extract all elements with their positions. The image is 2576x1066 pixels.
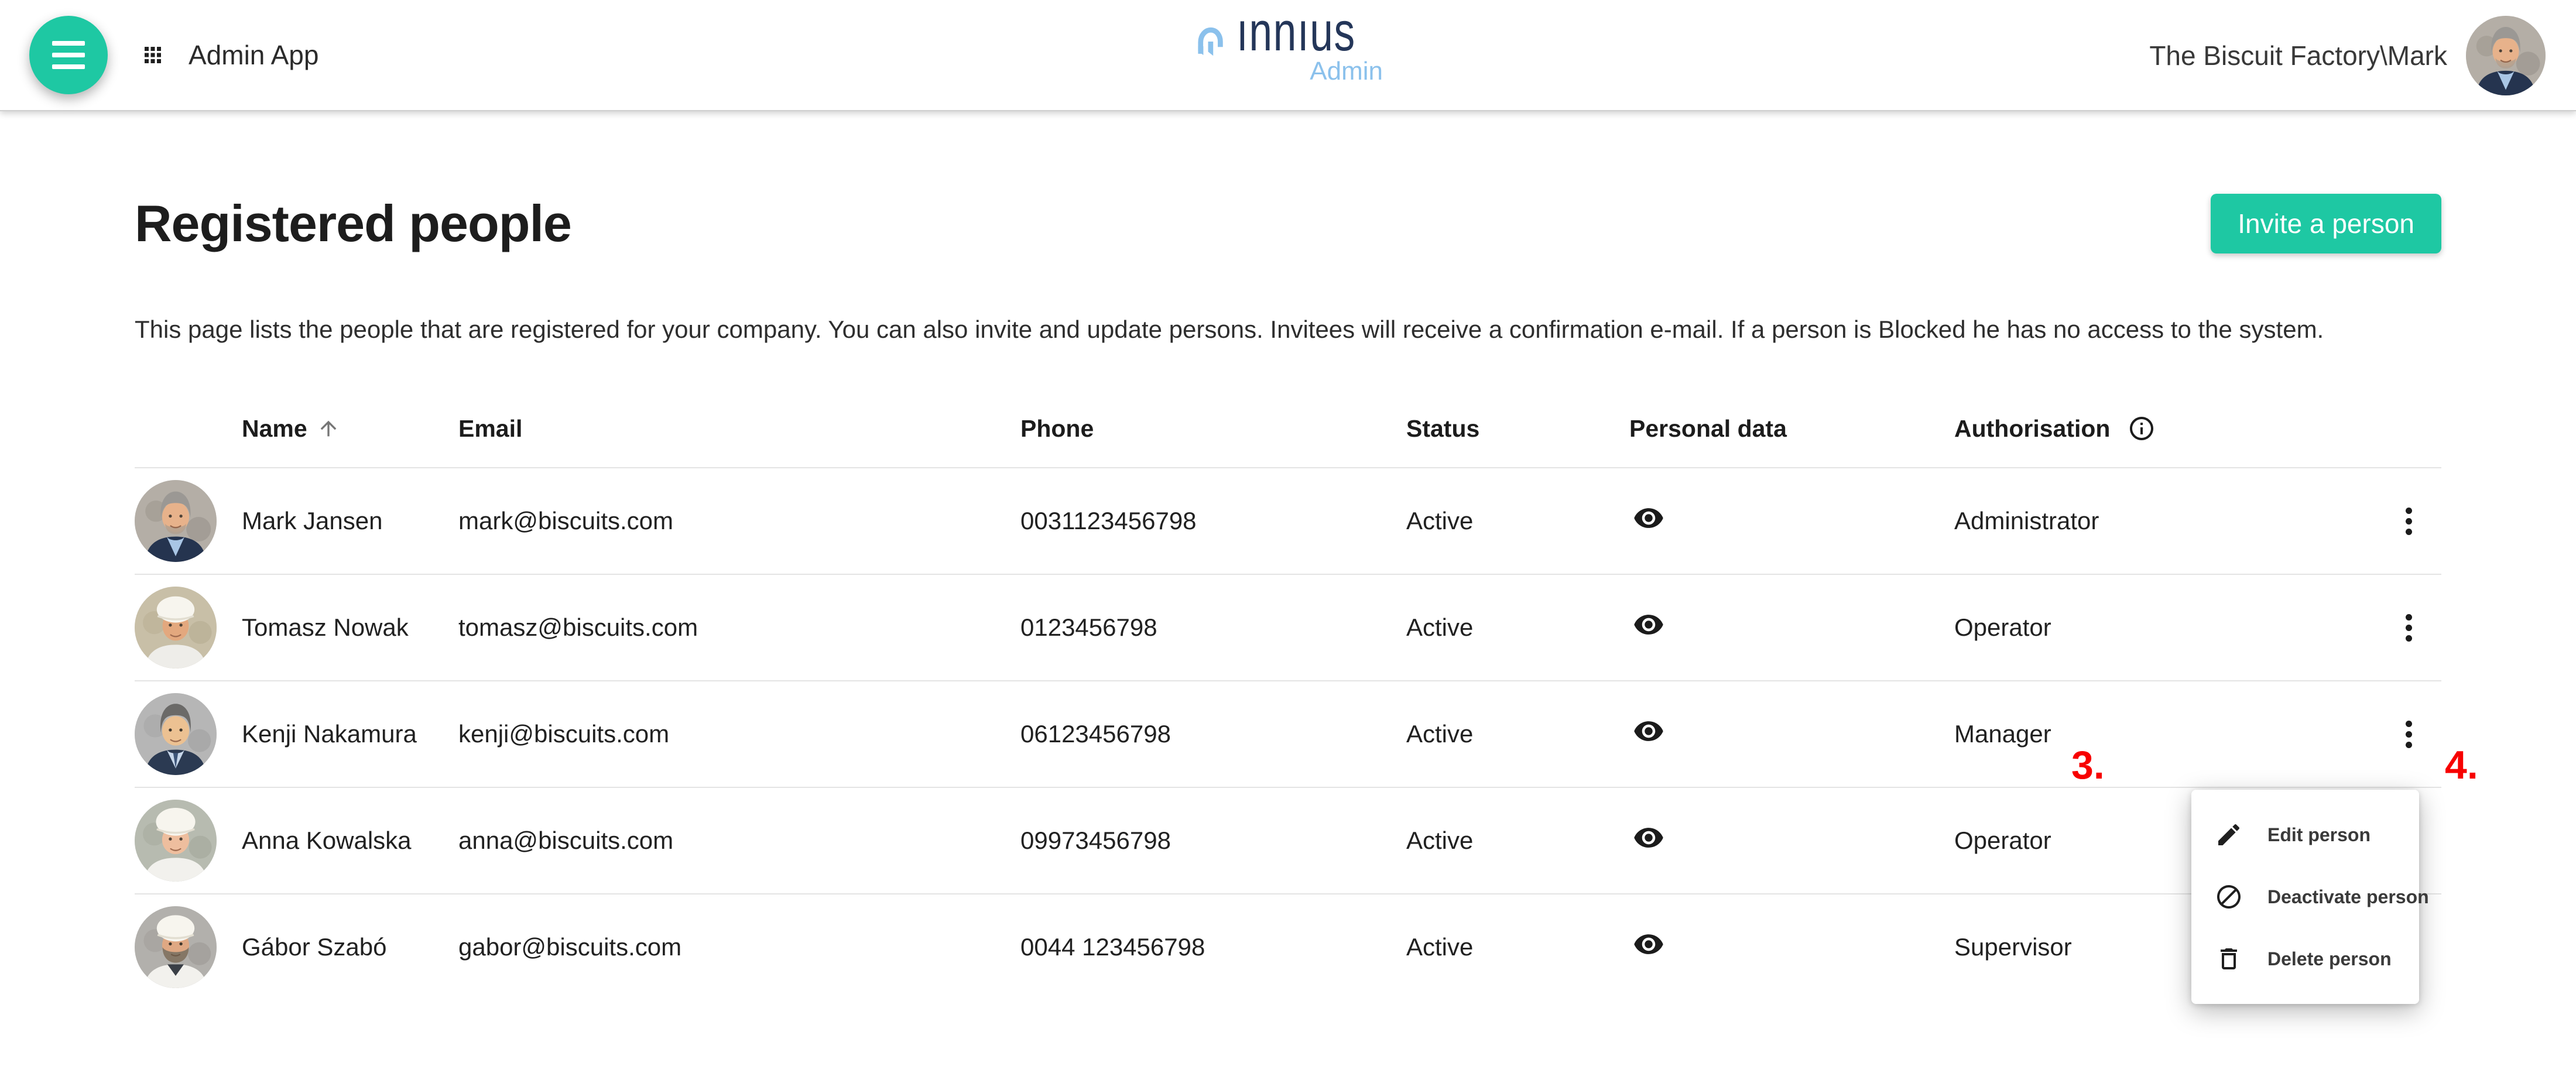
app-header: Admin App ınnıus Admin The Biscuit Facto…: [0, 0, 2576, 111]
person-avatar: [135, 693, 217, 775]
personal-data-eye-button[interactable]: [1633, 502, 1664, 534]
person-authorisation: Administrator: [1954, 507, 2376, 535]
page-title: Registered people: [135, 193, 571, 254]
apps-grid-icon: [141, 43, 165, 67]
person-email: mark@biscuits.com: [458, 507, 1020, 535]
column-header-authorisation: Authorisation: [1954, 414, 2376, 443]
people-table: Name Email Phone Status Personal data Au…: [135, 390, 2441, 1000]
person-name: Tomasz Nowak: [242, 613, 458, 642]
page-description: This page lists the people that are regi…: [135, 313, 2441, 347]
person-avatar: [135, 587, 217, 669]
annotation-4: 4.: [2445, 742, 2478, 788]
eye-icon: [1633, 609, 1664, 640]
table-row: Mark Jansen mark@biscuits.com 0031123456…: [135, 467, 2441, 574]
table-body: Mark Jansen mark@biscuits.com 0031123456…: [135, 467, 2441, 1000]
annotation-3: 3.: [2071, 742, 2105, 788]
person-status: Active: [1406, 613, 1629, 642]
innius-logo: ınnıus Admin: [1193, 15, 1383, 86]
kebab-icon: [2406, 614, 2412, 621]
info-icon[interactable]: [2128, 414, 2156, 443]
person-avatar: [135, 480, 217, 562]
account-area: The Biscuit Factory\Mark: [2149, 0, 2546, 111]
person-email: gabor@biscuits.com: [458, 933, 1020, 961]
eye-icon: [1633, 928, 1664, 960]
person-phone: 09973456798: [1020, 827, 1406, 855]
eye-icon: [1633, 502, 1664, 534]
column-header-personal-data: Personal data: [1629, 415, 1954, 443]
person-status: Active: [1406, 827, 1629, 855]
person-name: Kenji Nakamura: [242, 720, 458, 748]
row-menu-button[interactable]: [2396, 711, 2421, 758]
personal-data-eye-button[interactable]: [1633, 609, 1664, 640]
invite-person-button[interactable]: Invite a person: [2211, 194, 2441, 253]
person-status: Active: [1406, 507, 1629, 535]
menu-item-delete-person[interactable]: Delete person: [2191, 928, 2419, 990]
kebab-icon: [2406, 508, 2412, 514]
account-name: The Biscuit Factory\Mark: [2149, 40, 2447, 71]
row-menu-button[interactable]: [2396, 604, 2421, 652]
menu-item-edit-person[interactable]: Edit person: [2191, 804, 2419, 866]
registered-people-page: Admin App ınnıus Admin The Biscuit Facto…: [0, 0, 2576, 1066]
eye-icon: [1633, 822, 1664, 854]
person-email: kenji@biscuits.com: [458, 720, 1020, 748]
person-name: Mark Jansen: [242, 507, 458, 535]
menu-fab-button[interactable]: [29, 16, 108, 94]
person-phone: 0031123456798: [1020, 507, 1406, 535]
person-status: Active: [1406, 720, 1629, 748]
column-header-email: Email: [458, 415, 1020, 443]
row-menu-button[interactable]: [2396, 498, 2421, 545]
hamburger-icon: [52, 41, 85, 46]
table-row: Gábor Szabó gabor@biscuits.com 0044 1234…: [135, 893, 2441, 1000]
person-avatar: [135, 906, 217, 988]
person-status: Active: [1406, 933, 1629, 961]
logo-wordmark: ınnıus: [1236, 15, 1348, 49]
delete-icon: [2215, 945, 2243, 973]
innius-logo-icon: [1193, 23, 1227, 65]
menu-item-deactivate-person[interactable]: Deactivate person: [2191, 866, 2419, 928]
app-title: Admin App: [189, 39, 318, 71]
person-email: tomasz@biscuits.com: [458, 613, 1020, 642]
table-header-row: Name Email Phone Status Personal data Au…: [135, 390, 2441, 467]
person-phone: 06123456798: [1020, 720, 1406, 748]
personal-data-eye-button[interactable]: [1633, 715, 1664, 747]
person-phone: 0123456798: [1020, 613, 1406, 642]
eye-icon: [1633, 715, 1664, 747]
column-header-name[interactable]: Name: [242, 415, 458, 443]
personal-data-eye-button[interactable]: [1633, 928, 1664, 960]
personal-data-eye-button[interactable]: [1633, 822, 1664, 854]
table-row: Tomasz Nowak tomasz@biscuits.com 0123456…: [135, 574, 2441, 680]
person-avatar: [135, 800, 217, 882]
person-authorisation: Operator: [1954, 613, 2376, 642]
person-name: Gábor Szabó: [242, 933, 458, 961]
app-launcher-button[interactable]: [141, 43, 165, 67]
person-phone: 0044 123456798: [1020, 933, 1406, 961]
person-name: Anna Kowalska: [242, 827, 458, 855]
person-authorisation: Manager: [1954, 720, 2376, 748]
block-icon: [2215, 883, 2243, 911]
sort-ascending-icon: [317, 417, 340, 440]
table-row: Anna Kowalska anna@biscuits.com 09973456…: [135, 787, 2441, 893]
person-email: anna@biscuits.com: [458, 827, 1020, 855]
row-actions-menu: Edit person Deactivate person Delete per…: [2191, 790, 2419, 1004]
column-header-phone: Phone: [1020, 415, 1406, 443]
main-content: Registered people Invite a person This p…: [0, 193, 2576, 1000]
user-avatar[interactable]: [2466, 16, 2546, 95]
column-header-status: Status: [1406, 415, 1629, 443]
edit-icon: [2215, 821, 2243, 849]
kebab-icon: [2406, 721, 2412, 727]
